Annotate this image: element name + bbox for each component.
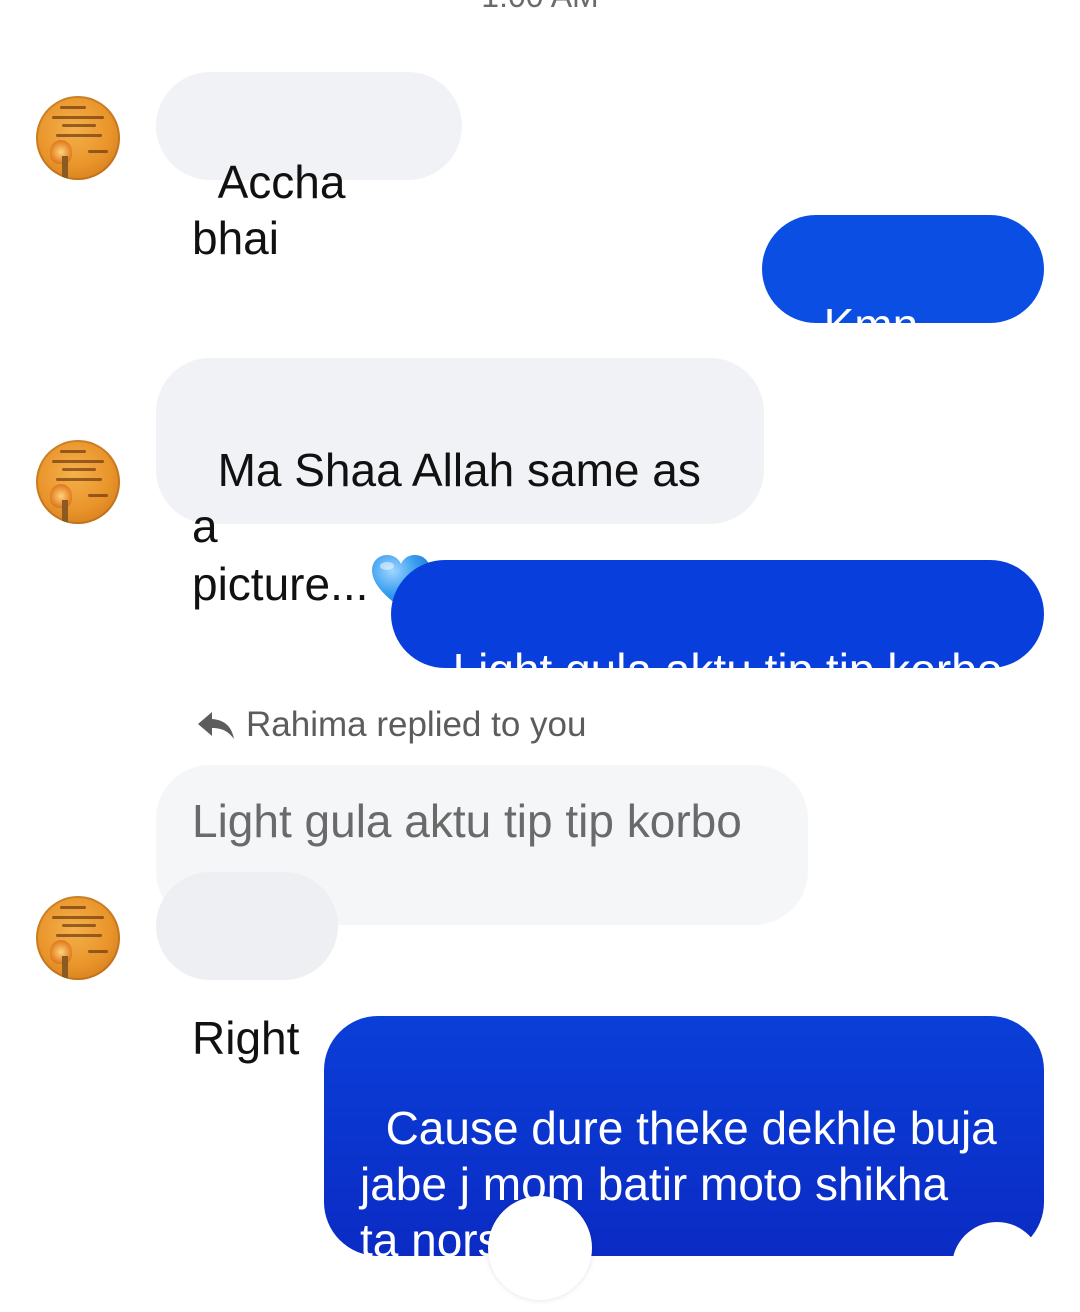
message-text: Accha bhai bbox=[192, 156, 359, 264]
reply-label-text: Rahima replied to you bbox=[246, 705, 587, 744]
message-bubble-incoming[interactable]: Right bbox=[156, 872, 338, 1064]
contact-avatar[interactable] bbox=[36, 96, 120, 180]
reply-arrow-icon bbox=[198, 712, 234, 739]
message-text: Cause dure theke dekhle buja jabe j mom … bbox=[360, 1102, 997, 1266]
message-bubble-outgoing[interactable]: Light gula aktu tip tip korbo bbox=[391, 560, 1044, 696]
message-bubble-outgoing[interactable]: Kmn silo? bbox=[762, 215, 1044, 407]
reply-indicator: Rahima replied to you bbox=[196, 700, 586, 750]
message-bubble-outgoing[interactable]: Cause dure theke dekhle buja jabe j mom … bbox=[324, 1016, 1044, 1266]
message-text: Light gula aktu tip tip korbo bbox=[452, 644, 1003, 696]
contact-avatar[interactable] bbox=[36, 896, 120, 980]
scroll-to-bottom-button[interactable] bbox=[488, 1196, 592, 1300]
message-text: Right bbox=[192, 1012, 300, 1064]
message-timestamp: 1:00 AM bbox=[0, 0, 1080, 15]
reaction-button[interactable] bbox=[952, 1222, 1042, 1312]
quoted-message-text: Light gula aktu tip tip korbo bbox=[192, 795, 742, 847]
contact-avatar[interactable] bbox=[36, 440, 120, 524]
message-text: Kmn silo? bbox=[798, 299, 931, 407]
message-bubble-incoming[interactable]: Ma Shaa Allah same as a picture... bbox=[156, 358, 764, 610]
message-bubble-incoming[interactable]: Accha bhai bbox=[156, 72, 462, 264]
